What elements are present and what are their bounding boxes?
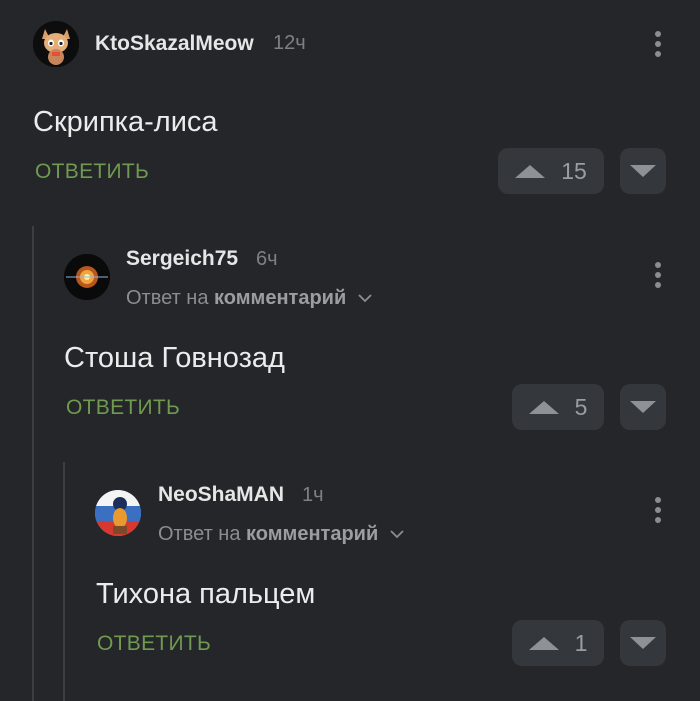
cartoon-avatar-icon [95,490,141,536]
reply-to-target: комментарий [246,523,379,545]
upvote-button[interactable]: 1 [512,620,604,666]
timestamp: 1ч [302,484,324,506]
reply-button[interactable]: ОТВЕТИТЬ [97,632,211,656]
downvote-button[interactable] [620,620,666,666]
upvote-arrow-icon [528,636,559,650]
reply-to-prefix: Ответ на [158,523,241,545]
reply-to-link[interactable]: Ответ на комментарий [158,523,404,546]
comment-neoshaman: NeoShaMAN 1ч Ответ на комментарий Тихона… [0,0,700,701]
vote-count: 1 [574,629,588,656]
comment-text: Тихона пальцем [96,578,316,610]
downvote-arrow-icon [630,637,656,649]
avatar[interactable] [95,490,141,536]
chevron-down-icon [390,530,404,539]
username[interactable]: NeoShaMAN [158,483,284,507]
kebab-menu-icon[interactable] [653,497,663,527]
